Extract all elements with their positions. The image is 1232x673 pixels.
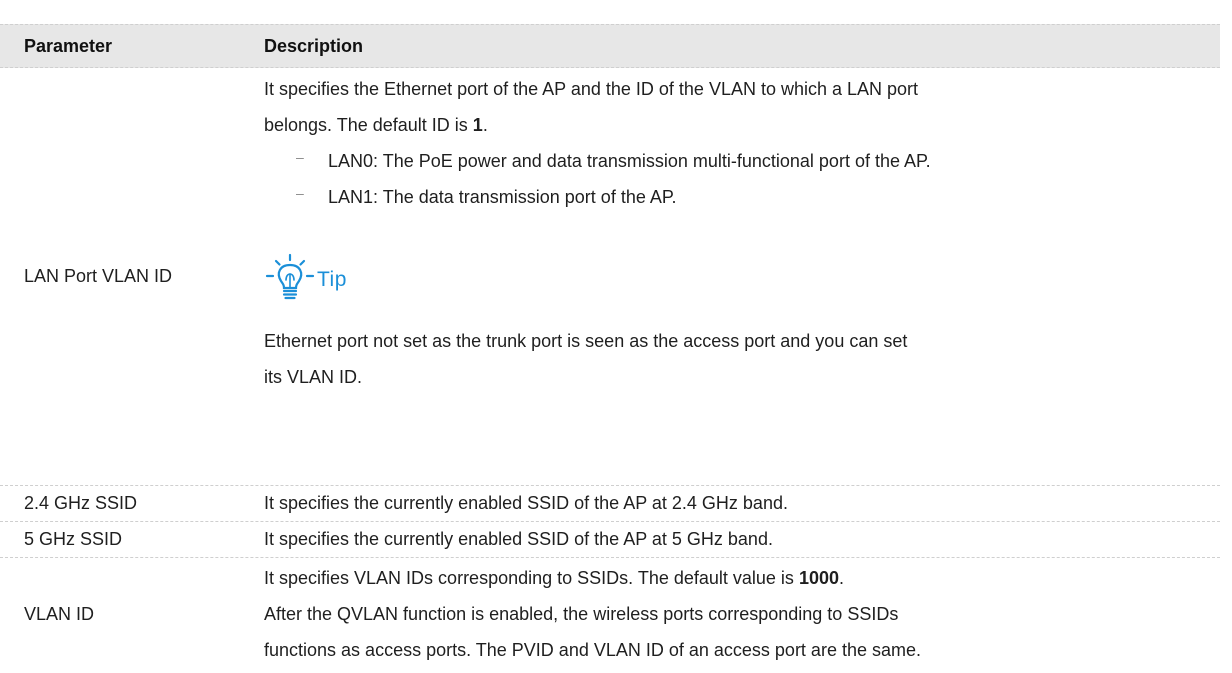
default-vlan-value: 1000	[798, 568, 839, 588]
desc-text: belongs. The default ID is	[264, 115, 473, 135]
parameter-5ghz-ssid: 5 GHz SSID	[24, 529, 123, 549]
list-item: – LAN0: The PoE power and data transmiss…	[264, 143, 1220, 179]
tip-label: Tip	[317, 268, 347, 291]
desc-text: It specifies VLAN IDs corresponding to S…	[264, 568, 799, 588]
description-2-4ghz-ssid: It specifies the currently enabled SSID …	[264, 493, 788, 513]
description-lan-port-vlan-id: It specifies the Ethernet port of the AP…	[264, 68, 1220, 395]
tip-line: its VLAN ID.	[264, 367, 363, 387]
parameter-lan-port-vlan-id: LAN Port VLAN ID	[24, 266, 173, 286]
table-row-5ghz-ssid: 5 GHz SSID It specifies the currently en…	[0, 522, 1220, 558]
desc-line: It specifies the Ethernet port of the AP…	[264, 79, 919, 99]
desc-text-period: .	[482, 115, 488, 135]
table-header-row: Parameter Description	[0, 24, 1220, 68]
tip-line: Ethernet port not set as the trunk port …	[264, 331, 908, 351]
lightbulb-icon	[264, 253, 316, 303]
description-vlan-id: It specifies VLAN IDs corresponding to S…	[264, 558, 1220, 668]
header-parameter: Parameter	[24, 35, 113, 56]
desc-text-period: .	[838, 568, 844, 588]
parameter-2-4ghz-ssid: 2.4 GHz SSID	[24, 493, 138, 513]
default-id-value: 1	[472, 115, 483, 135]
bullet-text: LAN1: The data transmission port of the …	[328, 187, 677, 207]
description-5ghz-ssid: It specifies the currently enabled SSID …	[264, 529, 773, 549]
tip-heading: Tip	[264, 253, 1220, 303]
parameter-vlan-id: VLAN ID	[24, 603, 95, 624]
bullet-dash: –	[296, 149, 304, 165]
desc-line: functions as access ports. The PVID and …	[264, 640, 921, 660]
bullet-dash: –	[296, 185, 304, 201]
bullet-text: LAN0: The PoE power and data transmissio…	[328, 151, 931, 171]
desc-line: After the QVLAN function is enabled, the…	[264, 604, 899, 624]
header-description: Description	[264, 35, 364, 56]
table-row-2-4ghz-ssid: 2.4 GHz SSID It specifies the currently …	[0, 486, 1220, 522]
tip-text: Ethernet port not set as the trunk port …	[264, 323, 1220, 395]
parameter-table: Parameter Description LAN Port VLAN ID I…	[0, 24, 1220, 670]
list-item: – LAN1: The data transmission port of th…	[264, 179, 1220, 215]
table-row-lan-port-vlan-id: LAN Port VLAN ID It specifies the Ethern…	[0, 68, 1220, 486]
desc-line-default: belongs. The default ID is 1.	[264, 107, 1220, 143]
desc-line-default: It specifies VLAN IDs corresponding to S…	[264, 560, 1220, 596]
table-row-vlan-id: VLAN ID It specifies VLAN IDs correspond…	[0, 558, 1220, 670]
